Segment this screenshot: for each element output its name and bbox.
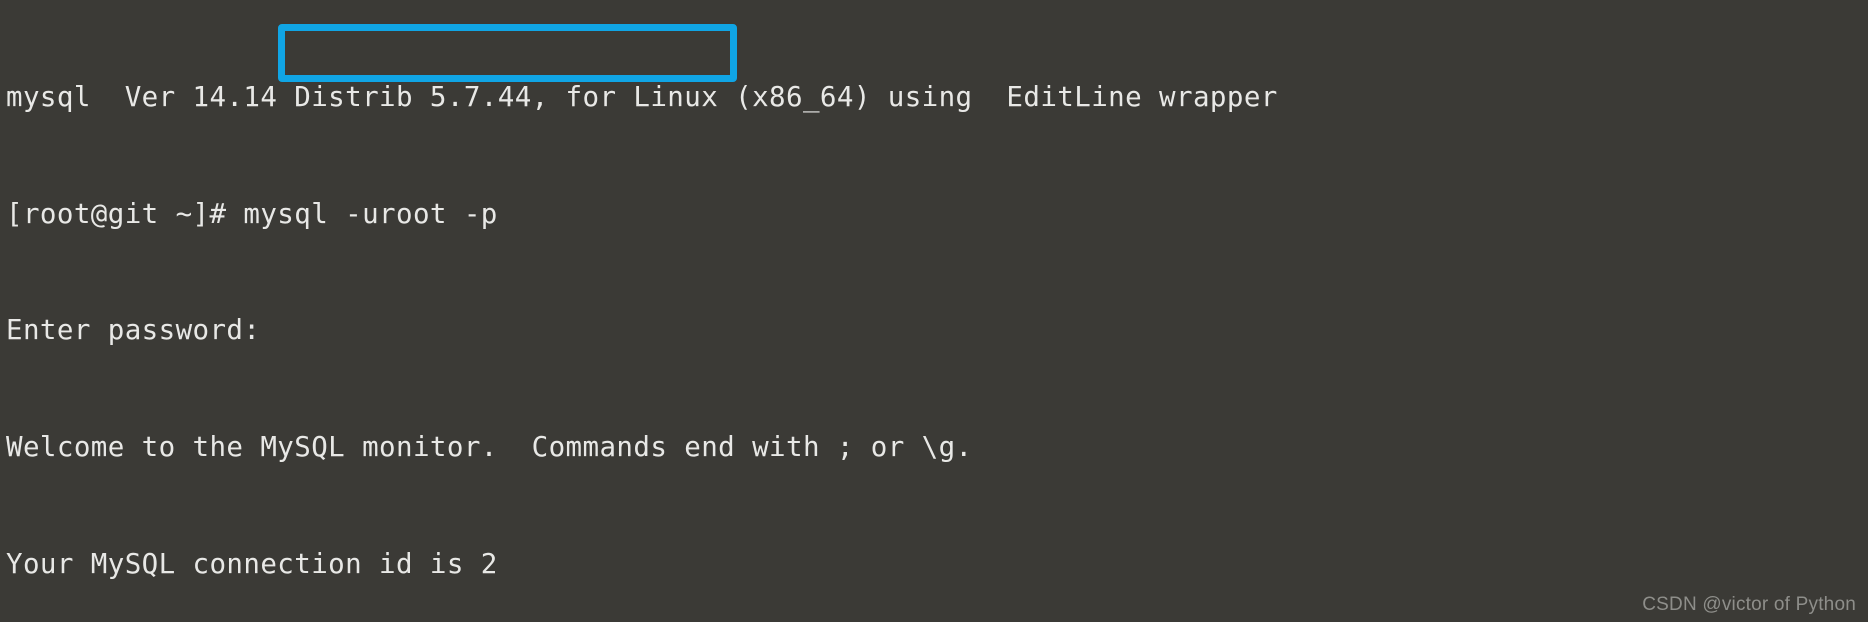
terminal-line-version: mysql Ver 14.14 Distrib 5.7.44, for Linu…	[6, 80, 1278, 113]
terminal-line-enter-password: Enter password:	[6, 314, 261, 347]
terminal-line-command-prompt: [root@git ~]# mysql -uroot -p	[6, 197, 498, 230]
terminal-output: mysql Ver 14.14 Distrib 5.7.44, for Linu…	[6, 0, 1329, 622]
terminal-line-welcome: Welcome to the MySQL monitor. Commands e…	[6, 430, 973, 463]
watermark-label: CSDN @victor of Python	[1642, 594, 1856, 615]
terminal-line-connection-id: Your MySQL connection id is 2	[6, 547, 498, 580]
terminal-window[interactable]: mysql Ver 14.14 Distrib 5.7.44, for Linu…	[0, 0, 1868, 622]
